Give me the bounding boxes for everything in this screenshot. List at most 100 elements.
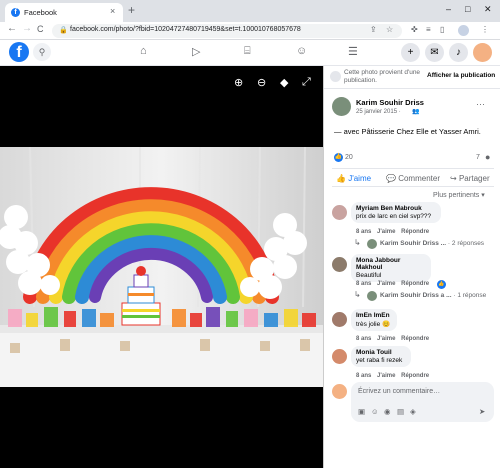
comment-meta: 8 ans J'aime Répondre [356,336,433,342]
share-page-icon[interactable]: ⇪ [370,25,377,34]
avatar-sticker-icon[interactable]: ◈ [410,407,416,416]
comment-bubble: Monia Touil yet raba fi rezek [351,346,411,367]
comment-like-link[interactable]: J'aime [377,336,395,342]
notifications-bell-icon[interactable]: ♪ [449,43,468,62]
home-icon[interactable]: ⌂ [140,45,147,57]
comment-reply-link[interactable]: Répondre [401,229,429,235]
comment-sort-dropdown[interactable]: Plus pertinents ▾ [433,191,485,199]
poster-name[interactable]: Karim Souhir Driss [356,98,424,107]
bookmark-star-icon[interactable]: ☆ [386,25,393,34]
forward-button[interactable]: → [22,23,32,34]
commenter-name[interactable]: ImEn ImEn [356,312,392,319]
reaction-count[interactable]: 20 [345,154,353,161]
commenter-name[interactable]: Myriam Ben Mabrouk [356,205,436,212]
comment-label: Commenter [398,174,440,183]
comment-like-link[interactable]: J'aime [377,229,395,235]
emoji-icon[interactable]: ☺ [371,407,379,416]
share-icon: ↪ [450,174,459,183]
zoom-out-icon[interactable]: ⊖ [257,76,266,89]
groups-icon[interactable]: ☺ [296,45,307,57]
search-icon[interactable]: ⚲ [33,43,51,61]
side-panel-icon[interactable]: ▯ [440,25,444,34]
commenter-avatar[interactable] [332,349,347,364]
commenter-avatar[interactable] [332,312,347,327]
comment-reply-link[interactable]: Répondre [401,336,429,342]
reply-thread-icon: ↳ [354,238,361,247]
my-avatar[interactable] [332,384,347,399]
post-date[interactable]: 25 janvier 2015 · [356,109,401,115]
comment-time[interactable]: 8 ans [356,229,371,235]
back-button[interactable]: ← [7,23,17,34]
like-icon: 👍 [336,174,349,183]
comment-like-link[interactable]: J'aime [377,373,395,379]
divider [324,88,500,89]
profile-avatar[interactable] [458,25,469,36]
comment-bubble: Mona Jabbour Makhoul Beautiful [351,254,431,282]
camera-icon[interactable]: ◉ [384,407,391,416]
comment-meta: 8 ans J'aime Répondre [356,281,433,287]
reload-button[interactable]: C [37,24,44,34]
facebook-header: f ⚲ ⌂ ▷ ⌸ ☺ ☰ + ✉ ♪ [0,40,500,66]
photo-illustration [0,147,323,387]
zoom-in-icon[interactable]: ⊕ [234,76,243,89]
comment-text: Beautiful [356,272,382,279]
comment-time[interactable]: 8 ans [356,336,371,342]
comment-button[interactable]: 💬 Commenter [386,174,440,183]
photo-viewer: ⊕ ⊖ ◆ ⤢ [0,66,323,468]
comment-composer[interactable]: Écrivez un commentaire… ▣ ☺ ◉ ▤ ◈ ➤ [351,382,494,422]
extensions-icon[interactable]: ✜ [411,25,418,34]
tab-close-icon[interactable]: × [110,6,115,16]
gif-icon[interactable]: ▤ [397,407,404,416]
more-options-icon[interactable]: ··· [476,99,485,109]
comment-time[interactable]: 8 ans [356,373,371,379]
comment-icon: 💬 [386,174,399,183]
comment-meta: 8 ans J'aime Répondre [356,229,433,235]
browser-menu-icon[interactable]: ⋮ [481,25,489,34]
watch-icon[interactable]: ▷ [192,45,200,58]
like-label: J'aime [348,174,372,183]
marketplace-icon[interactable]: ⌸ [244,45,251,58]
reply-avatar [367,239,377,249]
messenger-icon[interactable]: ✉ [425,43,444,62]
view-replies-link[interactable]: Karim Souhir Driss a ... · 1 réponse [380,292,486,299]
view-replies-link[interactable]: Karim Souhir Driss ... · 2 réponses [380,240,484,247]
comment-time[interactable]: 8 ans [356,281,371,287]
commenter-avatar[interactable] [332,205,347,220]
reading-list-icon[interactable]: ≡ [426,25,431,34]
window-close-button[interactable]: ✕ [484,4,492,15]
facebook-logo[interactable]: f [9,42,29,62]
share-button[interactable]: ↪ Partager [450,174,490,183]
comment-reply-link[interactable]: Répondre [401,373,429,379]
new-tab-button[interactable]: + [128,3,135,17]
browser-tab[interactable]: f Facebook × [5,3,123,22]
like-button[interactable]: 👍 J'aime [336,174,371,183]
commenter-name[interactable]: Monia Touil [356,349,406,356]
lock-icon[interactable]: 🔒 [59,26,68,34]
sticker-icon[interactable]: ▣ [358,407,365,416]
poster-avatar[interactable] [332,97,351,116]
comment-count[interactable]: 7 [476,154,480,161]
comment-text: yet raba fi rezek [356,357,403,364]
post-caption: — avec Pâtisserie Chez Elle et Yasser Am… [334,127,481,136]
commenter-avatar[interactable] [332,257,347,272]
url-text[interactable]: facebook.com/photo/?fbid=102047274807194… [70,26,301,33]
comment-like-link[interactable]: J'aime [377,281,395,287]
comment-bubble-icon: ● [485,152,491,162]
account-avatar[interactable] [473,43,492,62]
reply-count: · 1 réponse [453,292,487,299]
address-bar[interactable]: 🔒 facebook.com/photo/?fbid=1020472748071… [52,24,402,38]
create-button[interactable]: + [401,43,420,62]
commenter-name[interactable]: Mona Jabbour Makhoul [356,257,426,271]
comment-reply-link[interactable]: Répondre [401,281,429,287]
window-maximize-button[interactable]: □ [465,4,470,14]
divider [332,168,494,169]
reply-count: · 2 réponses [447,240,485,247]
view-post-button[interactable]: Afficher la publication [427,72,495,79]
rainbow-cake-photo [0,147,323,387]
window-minimize-button[interactable]: – [446,4,451,14]
comment-input[interactable]: Écrivez un commentaire… [358,388,440,395]
fullscreen-icon[interactable]: ⤢ [302,76,311,89]
menu-icon[interactable]: ☰ [348,45,358,58]
tag-icon[interactable]: ◆ [280,76,288,89]
send-icon[interactable]: ➤ [479,407,485,416]
